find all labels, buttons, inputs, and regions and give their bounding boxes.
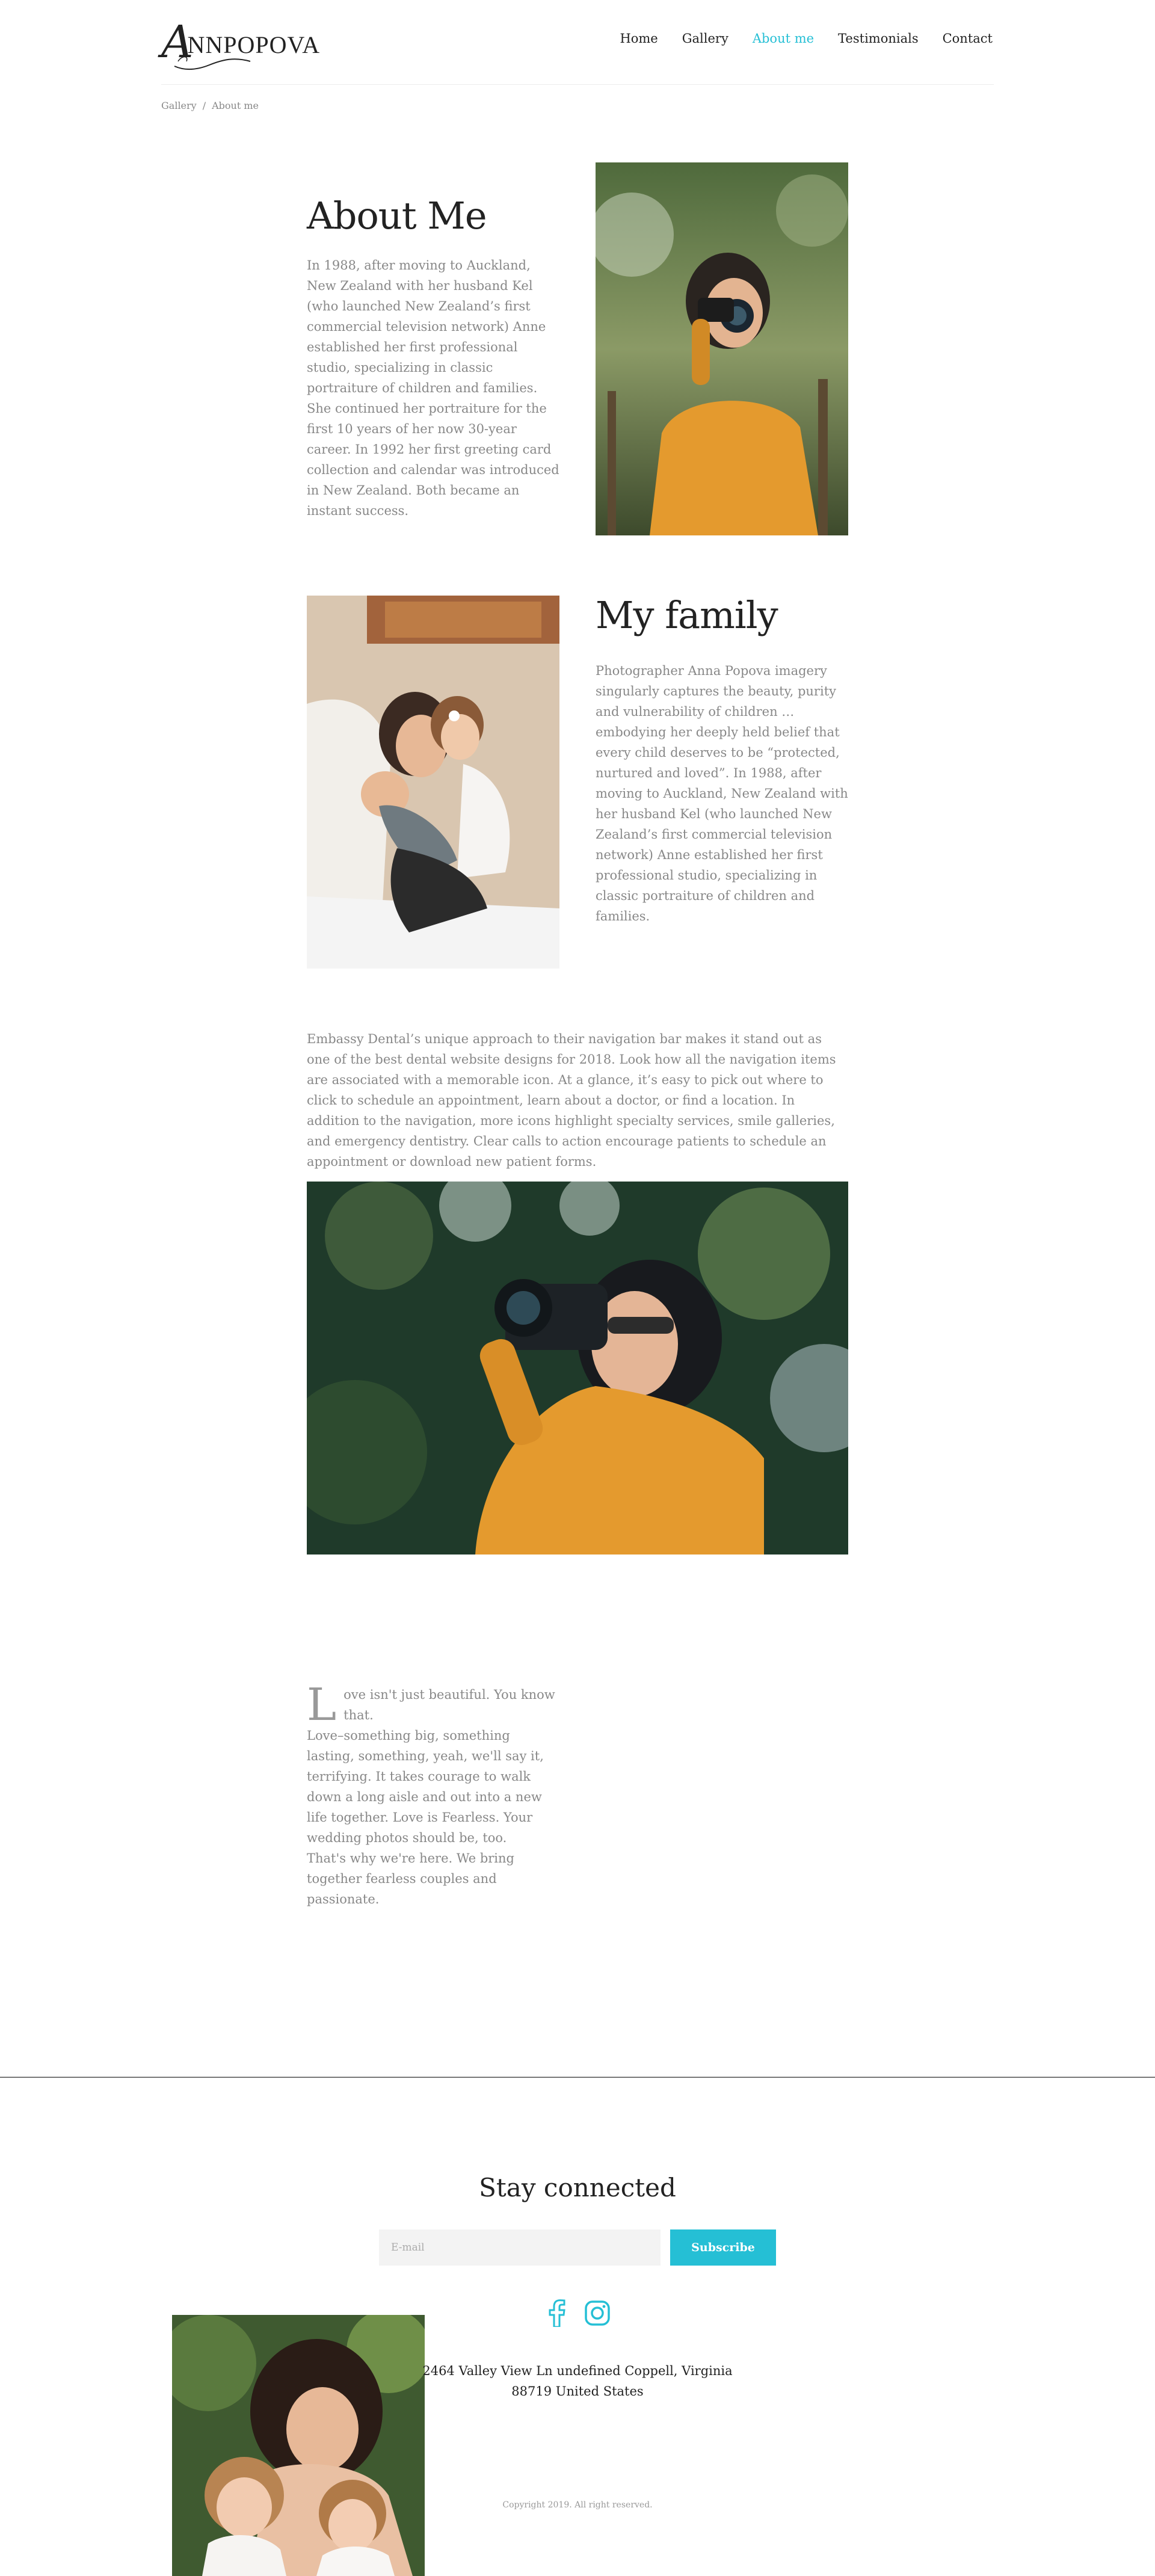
nav-testimonials[interactable]: Testimonials (838, 31, 919, 46)
email-field[interactable] (379, 2229, 661, 2266)
breadcrumb-current: About me (212, 100, 259, 111)
breadcrumb: Gallery / About me (161, 100, 259, 111)
footer-address: 2464 Valley View Ln undefined Coppell, V… (422, 2364, 733, 2399)
about-title: About Me (307, 194, 487, 238)
instagram-icon[interactable] (585, 2300, 610, 2326)
main-nav: Home Gallery About me Testimonials Conta… (596, 31, 993, 46)
footer-photo (172, 2315, 425, 2576)
logo-swirl-icon (174, 56, 251, 70)
drop-cap: L (307, 1679, 337, 1731)
subscribe-button[interactable]: Subscribe (670, 2229, 776, 2266)
love-line-3: That's why we're here. We bring together… (307, 1851, 514, 1906)
footer-divider (0, 2077, 1155, 2078)
copyright: Copyright 2019. All right reserved. (502, 2500, 653, 2510)
stay-connected-title: Stay connected (479, 2173, 676, 2202)
family-text: Photographer Anna Popova imagery singula… (596, 664, 848, 923)
nav-gallery[interactable]: Gallery (682, 31, 728, 46)
breadcrumb-gallery[interactable]: Gallery (161, 100, 197, 111)
family-photo (307, 596, 559, 969)
love-line-1: ove isn't just beautiful. You know that. (343, 1687, 555, 1722)
nav-contact[interactable]: Contact (943, 31, 993, 46)
embassy-text: Embassy Dental’s unique approach to thei… (307, 1032, 836, 1169)
breadcrumb-separator: / (202, 100, 206, 111)
about-text: In 1988, after moving to Auckland, New Z… (307, 258, 559, 518)
facebook-icon[interactable] (549, 2299, 565, 2327)
love-line-2: Love–something big, something lasting, s… (307, 1728, 544, 1845)
about-photo (596, 162, 848, 535)
header-divider (161, 84, 994, 85)
logo[interactable]: A NNPOPOVA (161, 20, 336, 70)
love-text-block: L ove isn't just beautiful. You know tha… (307, 1679, 559, 1909)
camera-photo (307, 1182, 848, 1555)
nav-about-me[interactable]: About me (753, 31, 814, 46)
family-title: My family (596, 593, 778, 637)
site-header: A NNPOPOVA Home Gallery About me Testimo… (0, 0, 1155, 85)
nav-home[interactable]: Home (620, 31, 658, 46)
